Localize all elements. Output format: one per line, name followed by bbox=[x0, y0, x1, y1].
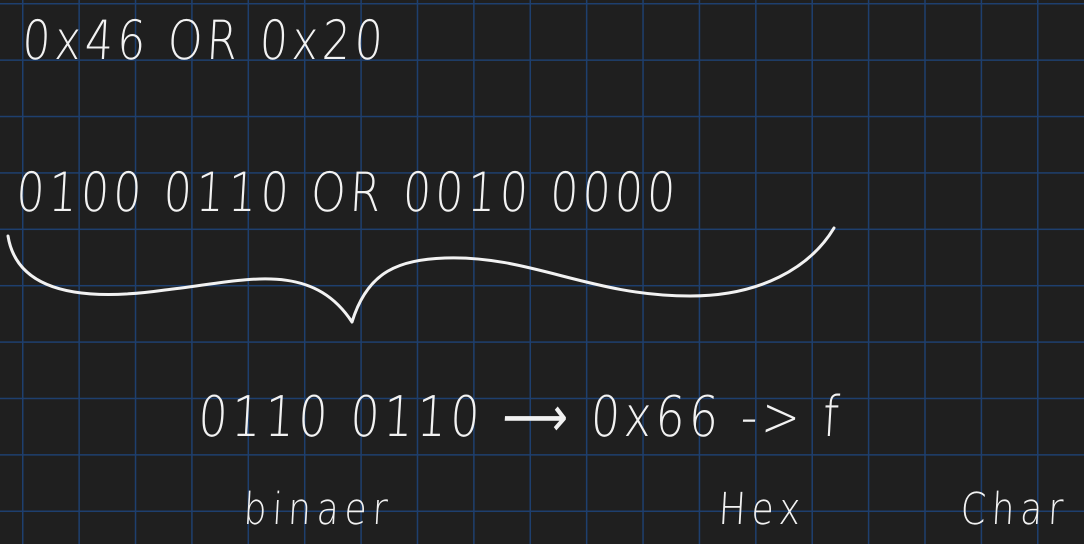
binary-label: binaer bbox=[242, 484, 395, 535]
binary-or-expression: 0100 0110 OR 0010 0000 bbox=[14, 161, 682, 224]
grouping-brace bbox=[6, 226, 836, 324]
hex-label: Hex bbox=[717, 484, 808, 535]
char-label: Char bbox=[959, 484, 1071, 535]
hex-or-expression: 0x46 OR 0x20 bbox=[20, 9, 389, 72]
result-expression: 0110 0110 ⟶ 0x66 -> f bbox=[196, 385, 845, 450]
handwritten-note-canvas: 0x46 OR 0x20 0100 0110 OR 0010 0000 0110… bbox=[0, 0, 1084, 544]
